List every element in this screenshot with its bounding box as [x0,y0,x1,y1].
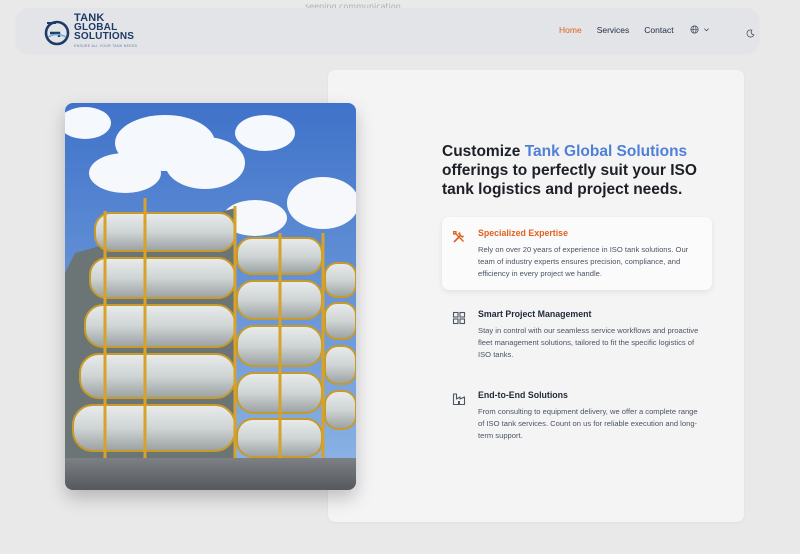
dashboard-icon [452,311,466,325]
language-selector[interactable] [690,25,710,34]
hero-image [65,103,356,490]
nav-services-link[interactable]: Services [597,25,630,35]
feature-title: Smart Project Management [478,309,592,319]
nav-home-link[interactable]: Home [559,25,582,35]
feature-title: End-to-End Solutions [478,390,568,400]
brand-logo[interactable]: TANK GLOBAL SOLUTIONS ENSURE ALL YOUR TA… [44,13,138,51]
navbar: TANK GLOBAL SOLUTIONS ENSURE ALL YOUR TA… [16,8,759,53]
section-heading: Customize Tank Global Solutions offering… [442,142,712,199]
feature-description: Rely on over 20 years of experience in I… [478,245,689,278]
brand-name-line3: SOLUTIONS [74,31,135,42]
chevron-down-icon [704,28,709,32]
heading-brand-highlight: Tank Global Solutions [524,143,688,160]
feature-description: Stay in control with our seamless servic… [478,326,699,359]
brand-tagline: ENSURE ALL YOUR TANK NEEDS [74,44,138,48]
nav-contact-link[interactable]: Contact [644,25,673,35]
feature-end-to-end-solutions[interactable]: End-to-End Solutions From consulting to … [442,379,712,452]
content-card [328,70,744,522]
tools-icon [453,231,464,243]
feature-specialized-expertise[interactable]: Specialized Expertise Rely on over 20 ye… [442,217,712,290]
main-menu: Home Services Contact [559,25,674,35]
moon-icon [746,29,755,38]
feature-description: From consulting to equipment delivery, w… [478,407,698,440]
logo-emblem-icon [44,20,70,45]
globe-icon [690,25,699,34]
heading-intro: Customize [442,143,525,160]
feature-title: Specialized Expertise [478,228,568,238]
feature-smart-project-management[interactable]: Smart Project Management Stay in control… [442,298,712,371]
heading-rest: offerings to perfectly suit your ISO tan… [442,162,697,198]
theme-toggle[interactable] [746,25,755,43]
factory-icon [452,393,466,406]
